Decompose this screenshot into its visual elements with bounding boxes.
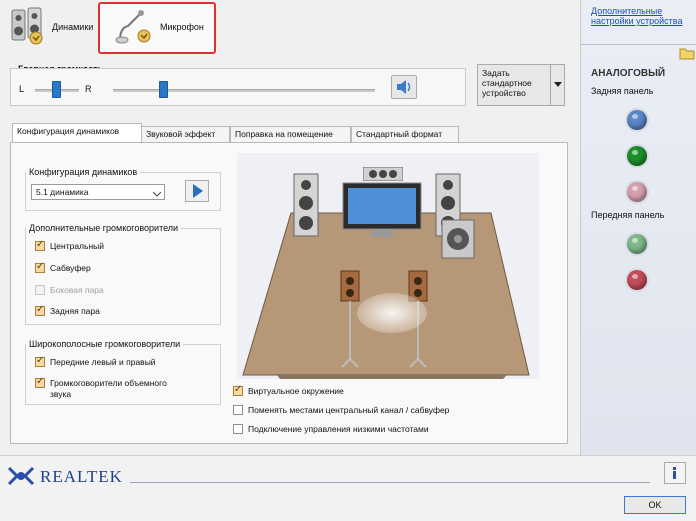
speaker-config-panel: Конфигурация динамиков 5.1 динамика Допо… xyxy=(10,142,568,444)
advanced-settings-link[interactable]: Дополнительные настройки устройства xyxy=(591,6,687,26)
main-volume-box: L R xyxy=(10,68,466,106)
bottom-bar: REALTEK OK xyxy=(0,455,696,521)
rear-panel-label: Задняя панель xyxy=(591,86,654,96)
volume-track xyxy=(113,89,375,92)
tab-speakers-label: Динамики xyxy=(52,22,94,32)
tab-sound-effect[interactable]: Звуковой эффект xyxy=(141,126,230,142)
checkbox-surround-box[interactable] xyxy=(35,376,45,388)
play-icon xyxy=(186,184,208,203)
tab-room-correction[interactable]: Поправка на помещение xyxy=(230,126,351,142)
center-speaker-icon[interactable] xyxy=(362,166,404,182)
checkbox-center[interactable]: Центральный xyxy=(35,239,104,251)
tab-microphone-label: Микрофон xyxy=(160,22,204,32)
checkbox-surround-label: Громкоговорители объемного звука xyxy=(50,378,167,399)
additional-speakers-title: Дополнительные громкоговорители xyxy=(29,223,179,233)
right-panel-divider xyxy=(581,44,696,45)
checkbox-front-lr-box[interactable] xyxy=(35,355,45,367)
checkbox-rear-pair-label: Задняя пара xyxy=(50,306,100,316)
subwoofer-icon[interactable] xyxy=(441,219,475,259)
checkbox-bass-management-label: Подключение управления низкими частотами xyxy=(248,424,429,434)
realtek-brand: REALTEK xyxy=(40,467,123,486)
checkbox-rear-pair[interactable]: Задняя пара xyxy=(35,304,100,316)
checkbox-surround[interactable]: Громкоговорители объемного звука xyxy=(35,376,190,400)
checkbox-side-pair: Боковая пара xyxy=(35,285,104,295)
tab-default-format[interactable]: Стандартный формат xyxy=(351,126,459,142)
checkbox-subwoofer-box[interactable] xyxy=(35,261,45,273)
realtek-logo: REALTEK xyxy=(6,464,123,490)
checkbox-center-box[interactable] xyxy=(35,239,45,251)
tv-icon xyxy=(341,181,423,239)
test-play-button[interactable] xyxy=(185,180,209,202)
checkbox-rear-pair-box[interactable] xyxy=(35,304,45,316)
balance-slider[interactable] xyxy=(52,81,61,98)
rear-jack-blue[interactable] xyxy=(627,110,647,130)
speaker-config-selected: 5.1 динамика xyxy=(36,187,89,197)
speaker-volume-icon xyxy=(392,80,416,100)
checkbox-virtual-surround-box[interactable] xyxy=(233,384,243,396)
checkbox-swap-center-sub-box[interactable] xyxy=(233,405,243,415)
checkbox-front-lr-label: Передние левый и правый xyxy=(50,357,156,367)
checkbox-side-pair-label: Боковая пара xyxy=(50,285,104,295)
tab-microphone[interactable]: Микрофон xyxy=(108,0,204,54)
checkbox-virtual-surround[interactable]: Виртуальное окружение xyxy=(233,384,344,396)
balance-right-label: R xyxy=(85,84,92,94)
front-left-speaker-icon[interactable] xyxy=(293,173,319,237)
right-panel: Дополнительные настройки устройства АНАЛ… xyxy=(580,0,696,455)
checkbox-subwoofer-label: Сабвуфер xyxy=(50,263,91,273)
tab-speaker-config[interactable]: Конфигурация динамиков xyxy=(12,123,142,143)
folder-icon[interactable] xyxy=(679,46,695,62)
realtek-crab-icon xyxy=(6,464,36,490)
tab-speakers[interactable]: Динамики xyxy=(4,0,93,54)
speakers-icon xyxy=(10,6,46,48)
dropdown-arrow-icon[interactable] xyxy=(550,65,564,105)
checkbox-swap-center-sub-label: Поменять местами центральный канал / саб… xyxy=(248,405,450,415)
balance-left-label: L xyxy=(19,84,25,94)
info-icon xyxy=(665,467,685,485)
microphone-icon xyxy=(114,6,154,48)
info-button[interactable] xyxy=(664,462,686,484)
rear-jack-pink[interactable] xyxy=(627,182,647,202)
speaker-config-group-title: Конфигурация динамиков xyxy=(29,167,138,177)
checkbox-subwoofer[interactable]: Сабвуфер xyxy=(35,261,91,273)
checkbox-center-label: Центральный xyxy=(50,241,104,251)
mute-button[interactable] xyxy=(391,75,417,99)
bottom-divider xyxy=(130,482,650,483)
checkbox-swap-center-sub[interactable]: Поменять местами центральный канал / саб… xyxy=(233,405,449,415)
fullrange-speakers-title: Широкополосные громкоговорители xyxy=(29,339,181,349)
ok-button[interactable]: OK xyxy=(624,496,686,514)
volume-slider[interactable] xyxy=(159,81,168,98)
speaker-config-select[interactable]: 5.1 динамика xyxy=(31,184,165,200)
speaker-room-visual xyxy=(237,153,539,383)
checkbox-virtual-surround-label: Виртуальное окружение xyxy=(248,386,344,396)
front-jack-red[interactable] xyxy=(627,270,647,290)
front-jack-green[interactable] xyxy=(627,234,647,254)
checkbox-bass-management-box[interactable] xyxy=(233,424,243,434)
checkbox-bass-management[interactable]: Подключение управления низкими частотами xyxy=(233,424,429,434)
set-default-device-label: Задать стандартное устройство xyxy=(482,68,532,98)
chevron-down-icon xyxy=(152,189,162,199)
rear-jack-green[interactable] xyxy=(627,146,647,166)
analog-title: АНАЛОГОВЫЙ xyxy=(591,68,666,79)
listener-sweet-spot xyxy=(357,293,427,333)
set-default-device-button[interactable]: Задать стандартное устройство xyxy=(477,64,565,106)
front-panel-label: Передняя панель xyxy=(591,210,665,220)
checkbox-side-pair-box xyxy=(35,285,45,295)
checkbox-front-lr[interactable]: Передние левый и правый xyxy=(35,355,156,367)
